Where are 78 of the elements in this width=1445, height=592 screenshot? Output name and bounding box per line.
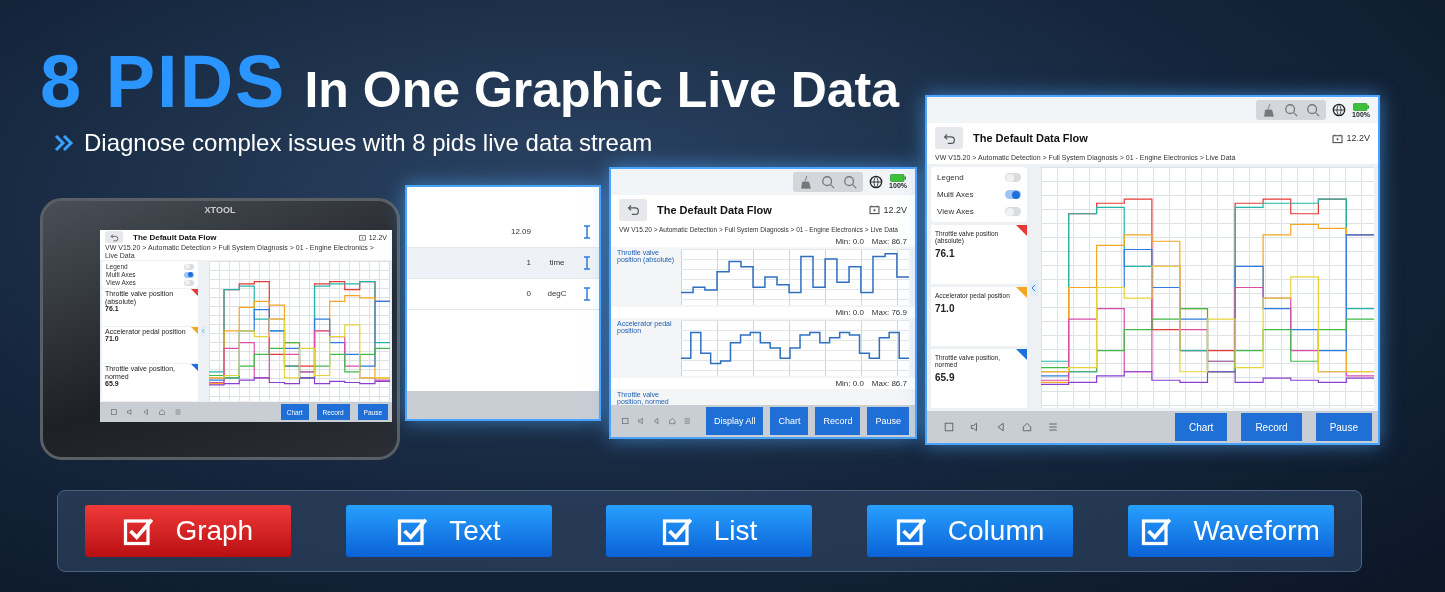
pid-value: 65.9 (935, 372, 956, 383)
headline-highlight: 8 PIDS (40, 45, 287, 119)
menu-icon[interactable] (1047, 421, 1059, 433)
headline: In One Graphic Live Data (304, 65, 900, 115)
toggle-switch[interactable] (184, 279, 194, 286)
table-cell-text: 0 (525, 289, 531, 298)
table-cell: time (549, 258, 565, 267)
back-arrow-icon (942, 131, 956, 145)
screen-title: The Default Data Flow (133, 232, 218, 242)
toggle-switch[interactable] (184, 271, 194, 278)
back-button[interactable] (935, 127, 963, 149)
voltage-reading: 12.2V (1346, 133, 1370, 143)
double-chevron-icon (54, 133, 74, 153)
graph-toggle-icon[interactable] (583, 224, 591, 239)
pid-value: 76.1 (935, 248, 956, 259)
toggle-switch[interactable] (184, 263, 194, 270)
battery-voltage-icon (869, 204, 881, 215)
subtitle: Diagnose complex issues with 8 pids live data stream (84, 129, 653, 157)
max-reading: Max: 86.7 (871, 236, 907, 246)
action-button[interactable]: Record (1241, 413, 1302, 441)
pid-value: 71.0 (935, 303, 956, 314)
mode-button[interactable]: List (606, 505, 813, 557)
broom-icon[interactable] (1262, 103, 1277, 117)
action-button[interactable]: Display All (705, 406, 764, 435)
zoom-icon[interactable] (843, 174, 858, 189)
zoom-icon[interactable] (821, 174, 836, 189)
voltage-reading: 12.2V (883, 204, 907, 215)
table-cell-text: 1 (525, 258, 531, 267)
toggle-switch[interactable] (1005, 173, 1021, 182)
screenshot-icon[interactable] (110, 408, 118, 416)
action-button[interactable]: Chart (770, 406, 809, 435)
graph-toggle-icon[interactable] (583, 286, 591, 301)
globe-icon[interactable] (869, 174, 884, 189)
action-button[interactable]: Chart (1174, 413, 1228, 441)
home-icon[interactable] (158, 408, 166, 416)
speaker-icon[interactable] (636, 414, 646, 427)
brand-text: XTOOL (204, 205, 236, 216)
option-label: Legend (937, 173, 964, 182)
toggle-switch[interactable] (1005, 190, 1021, 199)
mode-button[interactable]: Text (345, 505, 552, 557)
back-icon[interactable] (995, 421, 1007, 433)
table-cell-text: 12.09 (509, 227, 531, 236)
toggle-switch[interactable] (1005, 207, 1021, 216)
globe-icon[interactable] (1332, 103, 1347, 117)
screen-title: The Default Data Flow (973, 132, 1089, 144)
back-button[interactable] (105, 231, 123, 243)
mode-button[interactable]: Graph (85, 505, 292, 557)
zoom-icon[interactable] (1306, 103, 1321, 117)
speaker-icon[interactable] (126, 408, 134, 416)
action-button[interactable]: Pause (867, 406, 909, 435)
battery-icon (890, 174, 907, 182)
collapse-icon[interactable] (1030, 279, 1038, 296)
battery-voltage-icon (358, 233, 366, 241)
max-reading: Max: 76.9 (871, 307, 907, 317)
back-arrow-icon (626, 203, 640, 216)
min-reading: Min: 0.0 (835, 378, 864, 388)
table-cell: degC (547, 289, 567, 298)
action-button[interactable]: Pause (1315, 413, 1372, 441)
collapse-icon[interactable] (201, 326, 206, 337)
mode-button[interactable]: Column (867, 505, 1074, 557)
back-icon[interactable] (142, 408, 150, 416)
broom-icon[interactable] (799, 174, 814, 189)
graph-toggle-icon[interactable] (583, 255, 591, 270)
min-reading: Min: 0.0 (835, 236, 864, 246)
battery-voltage-icon (1332, 132, 1344, 144)
option-label: Multi Axes (937, 190, 974, 199)
action-button[interactable]: Record (815, 406, 861, 435)
back-arrow-icon (109, 232, 119, 242)
battery-icon (1353, 102, 1370, 111)
zoom-icon[interactable] (1284, 103, 1299, 117)
max-reading: Max: 86.7 (871, 378, 907, 388)
back-button[interactable] (619, 198, 647, 221)
mode-button[interactable]: Waveform (1127, 505, 1334, 557)
screenshot-icon[interactable] (943, 421, 955, 433)
home-icon[interactable] (1021, 421, 1033, 433)
min-reading: Min: 0.0 (835, 307, 864, 317)
option-label: View Axes (937, 207, 974, 216)
screen-title: The Default Data Flow (657, 203, 773, 216)
